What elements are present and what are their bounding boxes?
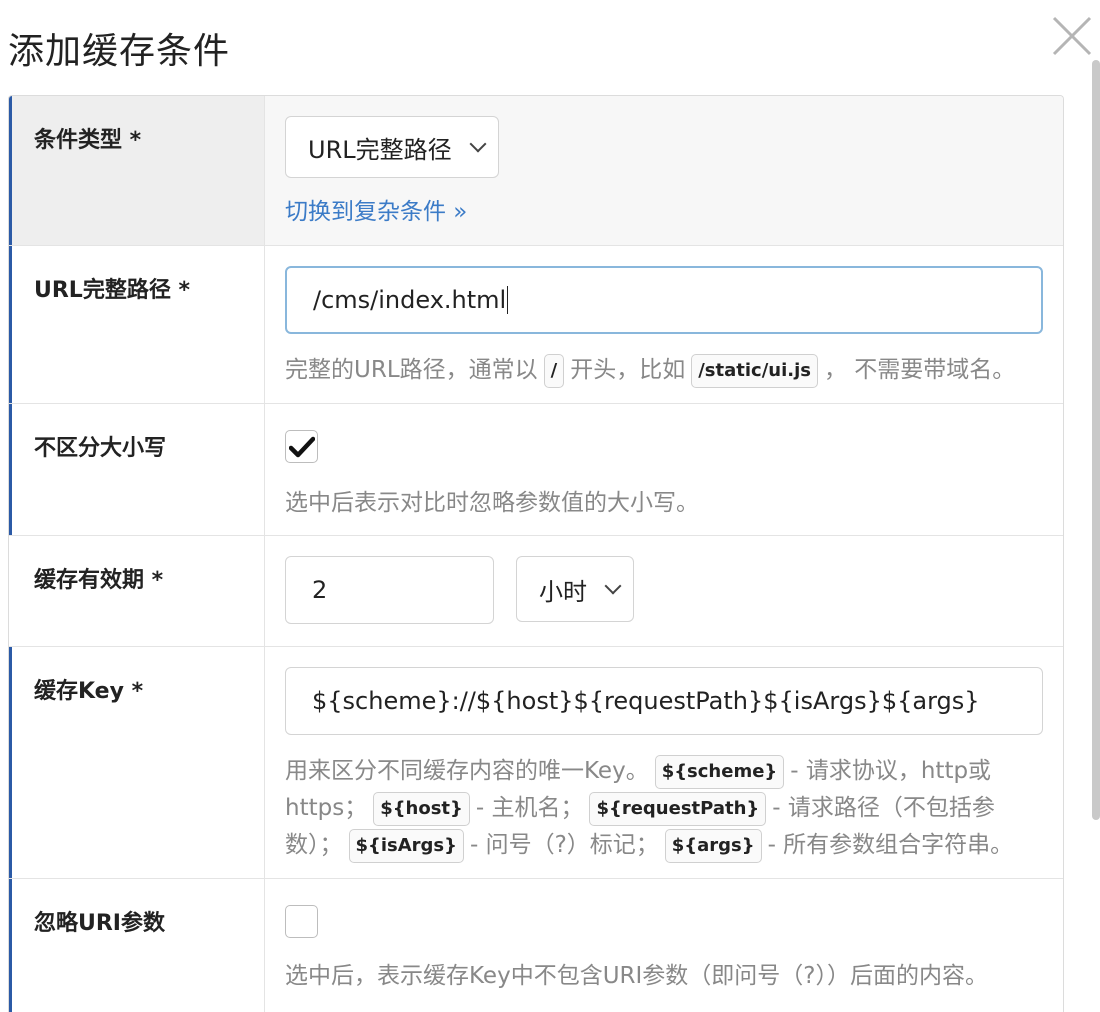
url-path-label: URL完整路径 * bbox=[9, 246, 265, 403]
cache-key-help-text-5: - 问号（?）标记； bbox=[469, 832, 659, 858]
ignore-uri-args-label: 忽略URI参数 bbox=[9, 879, 265, 1012]
cache-key-help: 用来区分不同缓存内容的唯一Key。 ${scheme} - 请求协议，http或ht… bbox=[285, 753, 1043, 864]
url-path-input[interactable]: /cms/index.html bbox=[285, 266, 1043, 334]
code-scheme: ${scheme} bbox=[654, 754, 785, 789]
url-path-help: 完整的URL路径，通常以 / 开头，比如/static/ui.js， 不需要带域名。 bbox=[285, 352, 1043, 389]
chevron-down-icon bbox=[469, 135, 487, 153]
close-icon[interactable] bbox=[1048, 12, 1096, 60]
cache-ttl-unit-value: 小时 bbox=[539, 577, 587, 606]
cache-ttl-input[interactable]: 2 bbox=[285, 556, 494, 624]
cache-key-label: 缓存Key * bbox=[9, 647, 265, 878]
case-insensitive-label: 不区分大小写 bbox=[9, 404, 265, 535]
code-args: ${args} bbox=[664, 828, 762, 863]
cache-key-input[interactable]: ${scheme}://${host}${requestPath}${isArg… bbox=[285, 667, 1043, 735]
code-slash: / bbox=[543, 353, 565, 388]
condition-type-select[interactable]: URL完整路径 bbox=[285, 116, 499, 178]
url-path-help-text-3: ， 不需要带域名。 bbox=[823, 357, 1016, 383]
cache-ttl-unit-select[interactable]: 小时 bbox=[516, 556, 634, 622]
url-path-help-text-1: 完整的URL路径，通常以 bbox=[285, 357, 538, 383]
dialog-title: 添加缓存条件 bbox=[8, 31, 231, 72]
row-cache-ttl: 缓存有效期 * 2 小时 bbox=[9, 536, 1063, 647]
cache-ttl-label: 缓存有效期 * bbox=[9, 536, 265, 646]
case-insensitive-help: 选中后表示对比时忽略参数值的大小写。 bbox=[285, 490, 699, 516]
condition-type-select-value: URL完整路径 bbox=[308, 135, 452, 164]
row-ignore-uri-args: 忽略URI参数 选中后，表示缓存Key中不包含URI参数（即问号（?））后面的内… bbox=[9, 879, 1063, 1012]
row-cache-key: 缓存Key * ${scheme}://${host}${requestPath… bbox=[9, 647, 1063, 879]
code-example-path: /static/ui.js bbox=[691, 353, 818, 388]
cache-key-help-text-1: 用来区分不同缓存内容的唯一Key。 bbox=[285, 758, 649, 784]
scrollbar[interactable] bbox=[1092, 60, 1100, 820]
cache-ttl-value: 2 bbox=[312, 576, 328, 604]
row-case-insensitive: 不区分大小写 选中后表示对比时忽略参数值的大小写。 bbox=[9, 404, 1063, 536]
code-request-path: ${requestPath} bbox=[589, 791, 767, 826]
cache-key-help-text-3: - 主机名； bbox=[475, 795, 584, 821]
cache-key-input-value: ${scheme}://${host}${requestPath}${isArg… bbox=[312, 687, 980, 715]
chevron-down-icon bbox=[604, 577, 622, 595]
checkmark-icon bbox=[288, 436, 315, 457]
ignore-uri-args-checkbox[interactable] bbox=[285, 905, 318, 938]
row-condition-type: 条件类型 * URL完整路径 切换到复杂条件 » bbox=[9, 96, 1063, 246]
code-host: ${host} bbox=[373, 791, 470, 826]
condition-type-label: 条件类型 * bbox=[9, 96, 265, 245]
row-url-path: URL完整路径 * /cms/index.html 完整的URL路径，通常以 / 开… bbox=[9, 246, 1063, 404]
code-is-args: ${isArgs} bbox=[348, 828, 464, 863]
url-path-input-value: /cms/index.html bbox=[313, 286, 507, 314]
switch-complex-condition-link[interactable]: 切换到复杂条件 » bbox=[285, 192, 1043, 226]
case-insensitive-checkbox[interactable] bbox=[285, 430, 318, 463]
cache-key-help-text-6: - 所有参数组合字符串。 bbox=[767, 832, 1014, 858]
text-caret bbox=[507, 286, 509, 314]
url-path-help-text-2: 开头，比如 bbox=[570, 357, 686, 383]
ignore-uri-args-help: 选中后，表示缓存Key中不包含URI参数（即问号（?））后面的内容。 bbox=[285, 963, 989, 989]
cache-condition-form: 条件类型 * URL完整路径 切换到复杂条件 » URL完整路径 * /cms/… bbox=[8, 95, 1064, 1012]
